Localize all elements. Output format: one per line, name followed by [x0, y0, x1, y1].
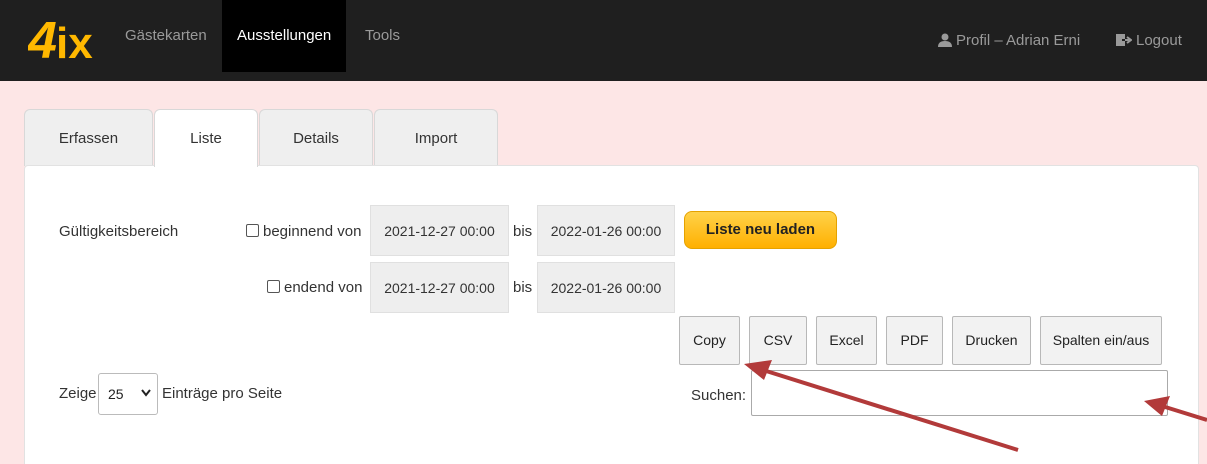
end-checkbox-label: endend von — [284, 279, 363, 296]
logout-label: Logout — [1136, 32, 1182, 49]
start-filter-checkbox[interactable]: beginnend von — [246, 223, 361, 240]
paging-suffix: Einträge pro Seite — [162, 385, 283, 402]
start-from-date[interactable]: 2021-12-27 00:00 — [370, 205, 509, 256]
search-input[interactable] — [751, 370, 1168, 416]
page-size-value: 25 — [108, 386, 124, 402]
end-to-date[interactable]: 2022-01-26 00:00 — [537, 262, 675, 313]
nav-item-ausstellungen[interactable]: Ausstellungen — [222, 0, 347, 72]
excel-button[interactable]: Excel — [816, 316, 877, 365]
reload-list-button[interactable]: Liste neu laden — [684, 211, 837, 249]
end-bis-label: bis — [513, 279, 533, 296]
drucken-button[interactable]: Drucken — [952, 316, 1031, 365]
svg-text:4: 4 — [28, 12, 57, 68]
checkbox-icon[interactable] — [267, 280, 280, 293]
page-size-select[interactable]: 25 — [98, 373, 158, 415]
start-bis-label: bis — [513, 223, 533, 240]
end-filter-checkbox[interactable]: endend von — [267, 279, 362, 296]
gueltigkeitsbereich-label: Gültigkeitsbereich — [59, 223, 179, 240]
nav-item-tools[interactable]: Tools — [350, 0, 415, 72]
logout-link[interactable]: Logout — [1116, 0, 1182, 81]
start-checkbox-label: beginnend von — [263, 223, 362, 240]
copy-button[interactable]: Copy — [679, 316, 740, 365]
start-to-date[interactable]: 2022-01-26 00:00 — [537, 205, 675, 256]
end-from-date[interactable]: 2021-12-27 00:00 — [370, 262, 509, 313]
chevron-down-icon — [141, 389, 151, 397]
top-navbar: 4 ix Gästekarten Ausstellungen Tools Pro… — [0, 0, 1207, 81]
nav-item-gaestekarten[interactable]: Gästekarten — [110, 0, 222, 72]
tab-erfassen[interactable]: Erfassen — [24, 109, 153, 166]
checkbox-icon[interactable] — [246, 224, 259, 237]
tab-details[interactable]: Details — [259, 109, 373, 166]
tab-import[interactable]: Import — [374, 109, 498, 166]
tab-liste[interactable]: Liste — [154, 109, 258, 167]
search-label: Suchen: — [691, 387, 747, 404]
spalten-toggle-button[interactable]: Spalten ein/aus — [1040, 316, 1162, 365]
profile-label: Profil – Adrian Erni — [956, 32, 1081, 49]
profile-link[interactable]: Profil – Adrian Erni — [938, 0, 1080, 81]
pdf-button[interactable]: PDF — [886, 316, 943, 365]
csv-button[interactable]: CSV — [749, 316, 807, 365]
paging-prefix: Zeige — [59, 385, 97, 402]
svg-text:ix: ix — [56, 19, 93, 68]
user-icon — [938, 33, 952, 47]
brand-logo[interactable]: 4 ix — [28, 8, 96, 68]
logout-icon — [1116, 34, 1133, 46]
